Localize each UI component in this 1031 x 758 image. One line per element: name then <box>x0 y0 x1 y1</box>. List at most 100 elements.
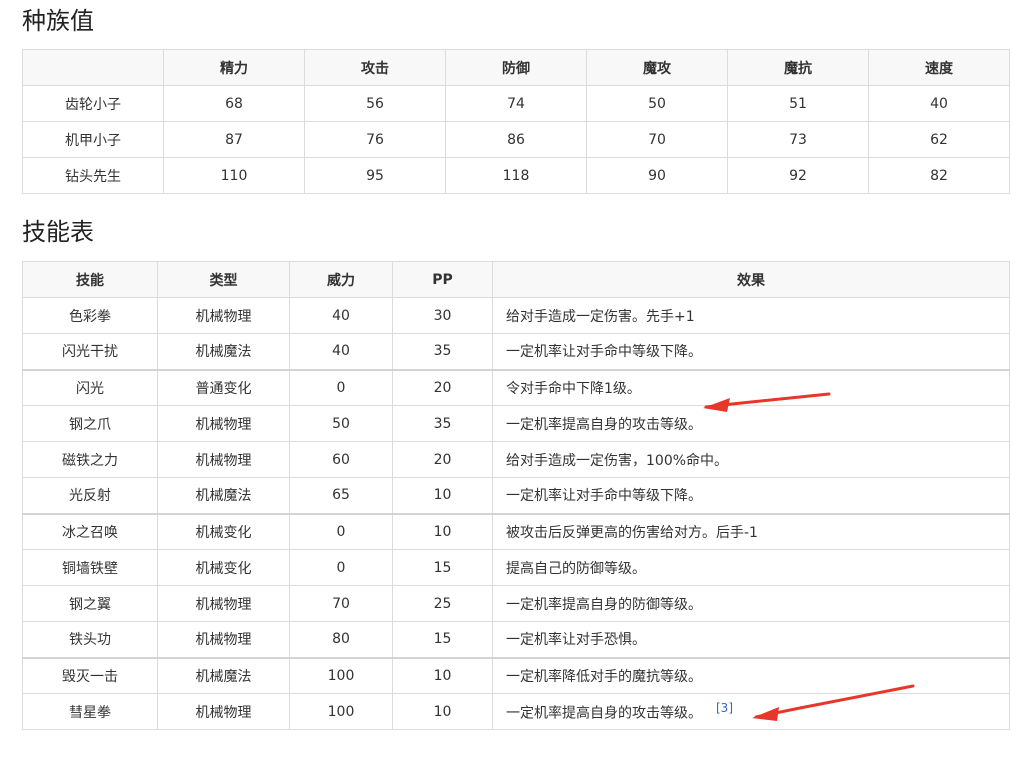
skill-row: 彗星拳 机械物理 100 10 一定机率提高自身的攻击等级。 [3] <box>22 693 1010 730</box>
skill-name: 铜墙铁壁 <box>22 549 158 586</box>
skill-effect: 一定机率提高自身的攻击等级。 <box>506 705 702 722</box>
stats-cell: 62 <box>868 121 1010 158</box>
stats-cell: 90 <box>586 157 728 194</box>
page: 种族值 精力 攻击 防御 魔攻 魔抗 速度 齿轮小子 68 56 74 50 5… <box>0 0 1031 758</box>
stats-cell: 56 <box>304 85 446 122</box>
stats-cell: 118 <box>445 157 587 194</box>
skill-row: 毁灭一击 机械魔法 100 10 一定机率降低对手的魔抗等级。 <box>22 656 1010 694</box>
stats-cell: 110 <box>163 157 305 194</box>
stats-cell: 68 <box>163 85 305 122</box>
skill-effect-cell: 一定机率提高自身的攻击等级。 [3] <box>492 693 1010 730</box>
stats-cell: 76 <box>304 121 446 158</box>
skill-power: 65 <box>289 477 393 514</box>
skill-pp: 35 <box>392 333 493 370</box>
skill-name: 磁铁之力 <box>22 441 158 478</box>
skills-header-row: 技能 类型 威力 PP 效果 <box>22 261 1010 298</box>
skill-effect: 一定机率让对手命中等级下降。 <box>492 477 1010 514</box>
skill-pp: 30 <box>392 297 493 334</box>
stats-header-cell <box>22 49 164 86</box>
stats-row: 钻头先生 110 95 118 90 92 82 <box>22 157 1010 194</box>
skill-effect: 被攻击后反弹更高的伤害给对方。后手-1 <box>492 512 1010 550</box>
skill-type: 机械物理 <box>157 621 290 658</box>
skill-effect: 令对手命中下降1级。 <box>492 368 1010 406</box>
skill-row: 钢之爪 机械物理 50 35 一定机率提高自身的攻击等级。 <box>22 405 1010 442</box>
skill-name: 彗星拳 <box>22 693 158 730</box>
skill-pp: 15 <box>392 621 493 658</box>
skill-pp: 15 <box>392 549 493 586</box>
skill-name: 色彩拳 <box>22 297 158 334</box>
skill-power: 100 <box>289 693 393 730</box>
stats-header-cell: 魔攻 <box>586 49 728 86</box>
stats-cell: 70 <box>586 121 728 158</box>
skill-type: 机械魔法 <box>157 333 290 370</box>
skill-pp: 35 <box>392 405 493 442</box>
stats-cell: 钻头先生 <box>22 157 164 194</box>
stats-cell: 齿轮小子 <box>22 85 164 122</box>
skill-power: 60 <box>289 441 393 478</box>
skills-table: 技能 类型 威力 PP 效果 色彩拳 机械物理 40 30 给对手造成一定伤害。… <box>22 261 1010 730</box>
skill-type: 机械变化 <box>157 549 290 586</box>
skill-power: 0 <box>289 549 393 586</box>
skill-row: 铁头功 机械物理 80 15 一定机率让对手恐惧。 <box>22 621 1010 658</box>
skills-header-cell: PP <box>392 261 493 298</box>
stats-row: 齿轮小子 68 56 74 50 51 40 <box>22 85 1010 122</box>
skill-power: 0 <box>289 368 393 406</box>
skill-row: 光反射 机械魔法 65 10 一定机率让对手命中等级下降。 <box>22 477 1010 514</box>
skill-name: 钢之翼 <box>22 585 158 622</box>
skills-header-cell: 类型 <box>157 261 290 298</box>
stats-cell: 74 <box>445 85 587 122</box>
skill-power: 100 <box>289 656 393 694</box>
stats-section-heading: 种族值 <box>22 7 94 35</box>
skill-pp: 10 <box>392 656 493 694</box>
skill-row: 闪光 普通变化 0 20 令对手命中下降1级。 <box>22 368 1010 406</box>
stats-cell: 51 <box>727 85 869 122</box>
skill-name: 闪光 <box>22 368 158 406</box>
skill-type: 机械物理 <box>157 405 290 442</box>
skill-type: 机械物理 <box>157 441 290 478</box>
stats-cell: 92 <box>727 157 869 194</box>
skill-effect: 一定机率提高自身的攻击等级。 <box>492 405 1010 442</box>
skill-power: 80 <box>289 621 393 658</box>
skill-effect: 一定机率降低对手的魔抗等级。 <box>492 656 1010 694</box>
stats-header-cell: 攻击 <box>304 49 446 86</box>
stats-cell: 87 <box>163 121 305 158</box>
skill-row: 磁铁之力 机械物理 60 20 给对手造成一定伤害，100%命中。 <box>22 441 1010 478</box>
skill-effect: 提高自己的防御等级。 <box>492 549 1010 586</box>
skill-pp: 10 <box>392 693 493 730</box>
skill-pp: 20 <box>392 441 493 478</box>
skill-name: 闪光干扰 <box>22 333 158 370</box>
citation-link[interactable]: [3] <box>716 701 733 715</box>
stats-header-cell: 魔抗 <box>727 49 869 86</box>
skills-header-cell: 技能 <box>22 261 158 298</box>
stats-header-cell: 精力 <box>163 49 305 86</box>
skill-type: 机械物理 <box>157 297 290 334</box>
skill-effect: 给对手造成一定伤害，100%命中。 <box>492 441 1010 478</box>
skill-pp: 10 <box>392 512 493 550</box>
skill-name: 铁头功 <box>22 621 158 658</box>
skill-row: 钢之翼 机械物理 70 25 一定机率提高自身的防御等级。 <box>22 585 1010 622</box>
skill-pp: 10 <box>392 477 493 514</box>
stats-cell: 95 <box>304 157 446 194</box>
skill-type: 机械魔法 <box>157 477 290 514</box>
skill-effect: 一定机率让对手命中等级下降。 <box>492 333 1010 370</box>
skill-type: 机械物理 <box>157 693 290 730</box>
skill-name: 钢之爪 <box>22 405 158 442</box>
skill-type: 机械变化 <box>157 512 290 550</box>
skill-power: 70 <box>289 585 393 622</box>
skill-name: 冰之召唤 <box>22 512 158 550</box>
stats-header-row: 精力 攻击 防御 魔攻 魔抗 速度 <box>22 49 1010 86</box>
skill-effect: 一定机率让对手恐惧。 <box>492 621 1010 658</box>
stats-cell: 73 <box>727 121 869 158</box>
skill-type: 机械物理 <box>157 585 290 622</box>
skill-pp: 20 <box>392 368 493 406</box>
stats-header-cell: 防御 <box>445 49 587 86</box>
skill-name: 毁灭一击 <box>22 656 158 694</box>
skills-header-cell: 效果 <box>492 261 1010 298</box>
stats-header-cell: 速度 <box>868 49 1010 86</box>
skills-header-cell: 威力 <box>289 261 393 298</box>
skill-type: 机械魔法 <box>157 656 290 694</box>
skills-section-heading: 技能表 <box>22 218 94 246</box>
skill-power: 50 <box>289 405 393 442</box>
stats-row: 机甲小子 87 76 86 70 73 62 <box>22 121 1010 158</box>
skill-effect: 给对手造成一定伤害。先手+1 <box>492 297 1010 334</box>
